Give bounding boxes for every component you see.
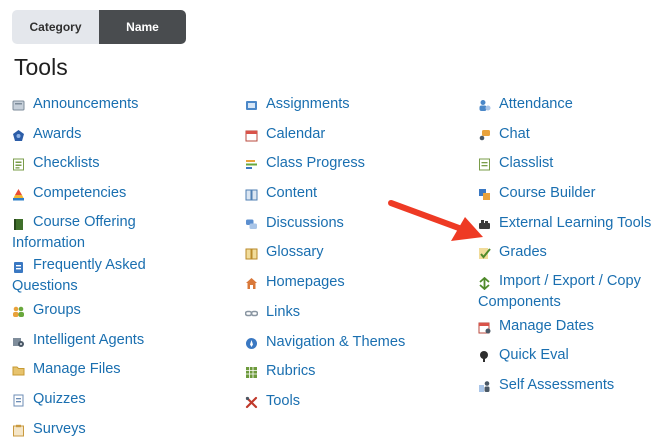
tool-label: Awards [33,125,82,142]
tool-label: Chat [499,125,530,142]
page-title: Tools [14,54,68,80]
assignments-icon [245,99,258,112]
tool-link-classlist[interactable]: Classlist [478,153,662,183]
tool-label: Attendance [499,96,573,112]
tool-label: External Learning Tools [499,214,652,231]
view-toggle: Category Name [12,10,186,44]
quick-eval-icon [478,350,491,363]
checklists-icon [12,158,25,171]
tool-link-attendance[interactable]: Attendance [478,94,662,124]
intelligent-agents-icon [12,335,25,348]
red-arrow-icon [388,200,483,241]
category-toggle-button[interactable]: Category [12,10,99,44]
tool-label: Import / Export / Copy Components [478,273,641,311]
announcements-icon [12,99,25,112]
tool-label: Intelligent Agents [33,331,145,348]
rubrics-icon [245,366,258,379]
tool-label: Frequently Asked Questions [12,257,146,295]
tool-label: Manage Files [33,361,121,378]
tool-label: Groups [33,301,81,318]
tool-label: Checklists [33,155,100,172]
awards-icon [12,129,25,142]
tool-link-manage-dates[interactable]: Manage Dates [478,316,662,346]
tool-label: Course Builder [499,185,596,202]
tool-label: Self Assessments [499,377,615,394]
tool-label: Tools [266,392,301,409]
navigation-icon [245,337,258,350]
tool-link-self-assessments[interactable]: Self Assessments [478,375,662,405]
tool-label: Grades [499,244,547,261]
tool-label: Glossary [266,244,324,261]
class-progress-icon [245,158,258,171]
tool-label: Rubrics [266,363,316,380]
tool-label: Navigation & Themes [266,333,406,350]
tool-label: Content [266,185,318,202]
links-icon [245,307,258,320]
content-icon [245,188,258,201]
glossary-icon [245,247,258,260]
tool-label: Homepages [266,274,345,291]
groups-icon [12,305,25,318]
attendance-icon [478,99,491,112]
tool-label: Classlist [499,155,554,172]
tool-label: Competencies [33,185,127,202]
quizzes-icon [12,394,25,407]
tool-label: Class Progress [266,155,365,172]
tool-link-quick-eval[interactable]: Quick Eval [478,345,662,375]
surveys-icon [12,424,25,437]
tool-link-grades[interactable]: Grades [478,242,662,272]
tool-label: Quick Eval [499,347,569,364]
tool-label: Calendar [266,125,326,142]
tool-label: Quizzes [33,391,86,407]
chat-icon [478,129,491,142]
tool-label: Manage Dates [499,317,594,334]
tool-label: Links [266,303,301,320]
tool-label: Assignments [266,96,350,112]
tool-link-external-learning-tools[interactable]: External Learning Tools [478,213,662,243]
discussions-icon [245,218,258,231]
tool-label: Surveys [33,420,86,437]
classlist-icon [478,158,491,171]
tool-label: Discussions [266,214,344,231]
self-assessments-icon [478,380,491,393]
tools-column-3: Attendance Chat Classlist Course Builder Ext… [478,94,662,405]
folder-icon [12,364,25,377]
name-toggle-button[interactable]: Name [99,10,186,44]
tool-label: Announcements [33,96,139,112]
calendar-icon [245,129,258,142]
home-icon [245,277,258,290]
grades-icon [478,247,491,260]
tool-link-course-builder[interactable]: Course Builder [478,183,662,213]
tools-icon [245,396,258,409]
tool-link-chat[interactable]: Chat [478,124,662,154]
manage-dates-icon [478,321,491,334]
competencies-icon [12,188,25,201]
tool-link-import-export-copy-components[interactable]: Import / Export / Copy Components [478,272,662,316]
tool-label: Course Offering Information [12,213,136,251]
